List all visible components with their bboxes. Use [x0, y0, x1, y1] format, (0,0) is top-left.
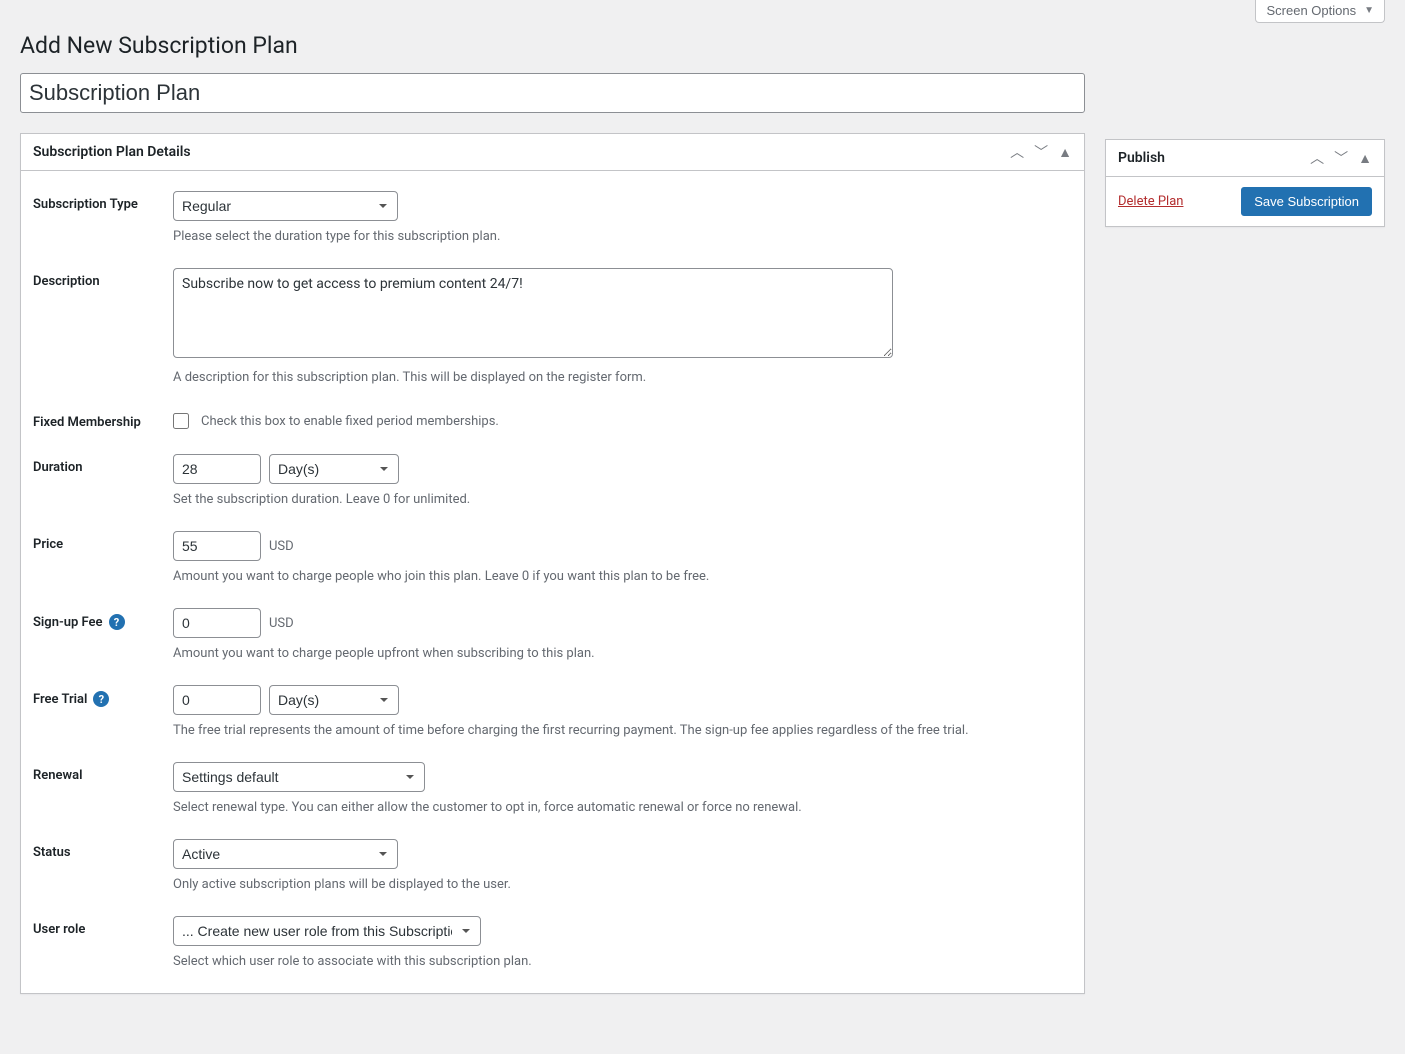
free-trial-hint: The free trial represents the amount of …: [173, 723, 1072, 738]
user-role-hint: Select which user role to associate with…: [173, 954, 1072, 969]
duration-unit-select[interactable]: Day(s): [269, 454, 399, 484]
help-icon[interactable]: ?: [109, 614, 125, 630]
description-hint: A description for this subscription plan…: [173, 370, 1072, 385]
signup-fee-input[interactable]: [173, 608, 261, 638]
details-box-title: Subscription Plan Details: [21, 134, 203, 170]
status-label: Status: [33, 839, 173, 860]
move-down-button[interactable]: ﹀: [1030, 141, 1052, 163]
chevron-down-icon: ﹀: [1334, 150, 1348, 166]
publish-box-title: Publish: [1106, 140, 1177, 176]
subscription-type-hint: Please select the duration type for this…: [173, 229, 1072, 244]
signup-fee-currency: USD: [269, 616, 294, 631]
fixed-membership-text: Check this box to enable fixed period me…: [201, 414, 499, 429]
toggle-panel-button[interactable]: ▲: [1054, 141, 1076, 163]
duration-label: Duration: [33, 454, 173, 475]
publish-postbox: Publish ︿ ﹀ ▲ Delete Plan Save Subscript…: [1105, 139, 1385, 227]
price-label: Price: [33, 531, 173, 552]
screen-options-label: Screen Options: [1266, 3, 1356, 18]
description-label: Description: [33, 268, 173, 289]
publish-handle-actions: ︿ ﹀ ▲: [1306, 147, 1384, 169]
chevron-down-icon: ﹀: [1034, 144, 1048, 160]
triangle-up-icon: ▲: [1058, 144, 1072, 160]
status-hint: Only active subscription plans will be d…: [173, 877, 1072, 892]
help-icon[interactable]: ?: [93, 691, 109, 707]
save-subscription-button[interactable]: Save Subscription: [1241, 187, 1372, 216]
details-postbox: Subscription Plan Details ︿ ﹀ ▲ Subscrip…: [20, 133, 1085, 994]
price-hint: Amount you want to charge people who joi…: [173, 569, 1072, 584]
fixed-membership-checkbox[interactable]: [173, 413, 189, 429]
subscription-type-label: Subscription Type: [33, 191, 173, 212]
page-title: Add New Subscription Plan: [20, 23, 1405, 63]
subscription-type-select[interactable]: Regular: [173, 191, 398, 221]
plan-title-input[interactable]: [20, 73, 1085, 113]
delete-plan-link[interactable]: Delete Plan: [1118, 194, 1183, 209]
status-select[interactable]: Active: [173, 839, 398, 869]
free-trial-label: Free Trial: [33, 692, 87, 707]
renewal-label: Renewal: [33, 762, 173, 783]
move-up-button[interactable]: ︿: [1306, 147, 1328, 169]
user-role-label: User role: [33, 916, 173, 937]
signup-fee-label: Sign-up Fee: [33, 615, 103, 630]
price-currency: USD: [269, 539, 294, 554]
toggle-panel-button[interactable]: ▲: [1354, 147, 1376, 169]
screen-options-button[interactable]: Screen Options: [1255, 0, 1385, 23]
price-input[interactable]: [173, 531, 261, 561]
move-down-button[interactable]: ﹀: [1330, 147, 1352, 169]
publish-header: Publish ︿ ﹀ ▲: [1106, 140, 1384, 177]
duration-hint: Set the subscription duration. Leave 0 f…: [173, 492, 1072, 507]
details-header: Subscription Plan Details ︿ ﹀ ▲: [21, 134, 1084, 171]
free-trial-unit-select[interactable]: Day(s): [269, 685, 399, 715]
triangle-up-icon: ▲: [1358, 150, 1372, 166]
description-textarea[interactable]: [173, 268, 893, 358]
free-trial-input[interactable]: [173, 685, 261, 715]
chevron-up-icon: ︿: [1310, 150, 1324, 166]
signup-fee-hint: Amount you want to charge people upfront…: [173, 646, 1072, 661]
renewal-hint: Select renewal type. You can either allo…: [173, 800, 1072, 815]
renewal-select[interactable]: Settings default: [173, 762, 425, 792]
user-role-select[interactable]: ... Create new user role from this Subsc…: [173, 916, 481, 946]
chevron-up-icon: ︿: [1010, 144, 1024, 160]
details-handle-actions: ︿ ﹀ ▲: [1006, 141, 1084, 163]
move-up-button[interactable]: ︿: [1006, 141, 1028, 163]
fixed-membership-label: Fixed Membership: [33, 409, 173, 430]
duration-input[interactable]: [173, 454, 261, 484]
